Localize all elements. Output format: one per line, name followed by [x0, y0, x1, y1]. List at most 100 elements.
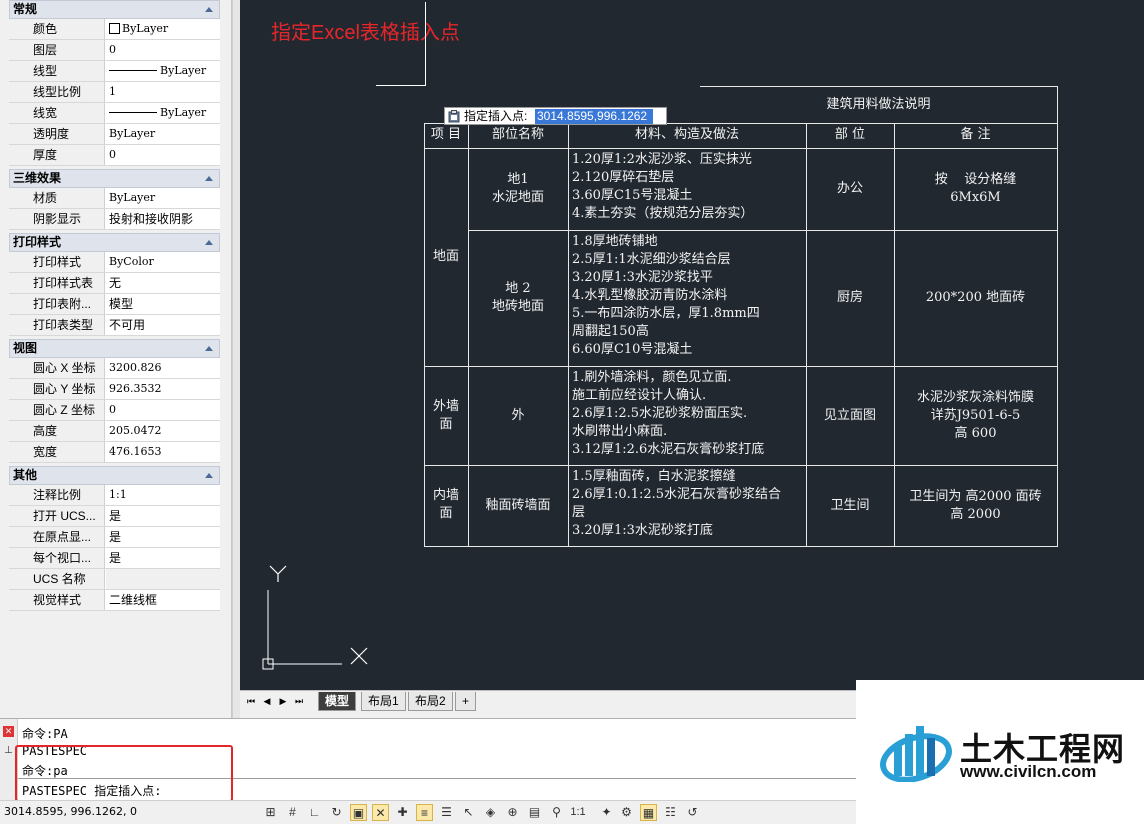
property-value[interactable]: ByLayer — [106, 103, 220, 123]
snap-icon[interactable]: ∟ — [306, 804, 323, 821]
close-icon[interactable]: ✕ — [3, 726, 14, 737]
property-label: 圆心 Z 坐标 — [9, 400, 105, 420]
tab-layout2[interactable]: 布局2 — [408, 692, 453, 711]
polar-tracking-icon[interactable]: ▣ — [350, 804, 367, 821]
property-row[interactable]: 打印表附... 模型 — [9, 294, 220, 315]
property-label: 透明度 — [9, 124, 105, 144]
drawing-table[interactable]: 建筑用料做法说明项 目 部位名称 材料、构造及做法 部 位 备 注地1 水泥地面 1.20… — [424, 86, 1058, 547]
property-value[interactable]: 二维线框 — [106, 590, 220, 610]
selection-cycling-icon[interactable]: ↖ — [460, 804, 477, 821]
tab-layout1[interactable]: 布局1 — [361, 692, 406, 711]
property-row[interactable]: 打印表类型 不可用 — [9, 315, 220, 336]
ortho-icon[interactable]: ↻ — [328, 804, 345, 821]
section-title: 其他 — [13, 468, 38, 482]
section-header[interactable]: 常规 — [9, 0, 220, 19]
property-row[interactable]: 透明度 ByLayer — [9, 124, 220, 145]
section-header[interactable]: 其他 — [9, 466, 220, 485]
property-value[interactable]: 1 — [106, 82, 220, 102]
property-value[interactable]: 3200.826 — [106, 358, 220, 378]
property-row[interactable]: 每个视口... 是 — [9, 548, 220, 569]
table-cell-name: 地1 水泥地面 — [491, 172, 544, 205]
annotation-text: 指定Excel表格插入点 — [271, 22, 460, 44]
transparency-icon[interactable]: ☰ — [438, 804, 455, 821]
property-value[interactable]: 205.0472 — [106, 421, 220, 441]
collapse-arrow-icon[interactable] — [205, 346, 213, 351]
refresh-icon[interactable]: ↺ — [684, 804, 701, 821]
property-value[interactable]: ByLayer — [106, 61, 220, 81]
annotation-scale-dropdown[interactable]: 1:1 — [566, 804, 590, 821]
property-row[interactable]: 圆心 X 坐标 3200.826 — [9, 358, 220, 379]
property-value[interactable]: 0 — [106, 145, 220, 165]
property-value[interactable]: 是 — [106, 506, 220, 526]
3d-osnap-icon[interactable]: ◈ — [482, 804, 499, 821]
customize-icon[interactable]: ☷ — [662, 804, 679, 821]
next-tab-button[interactable]: ▶ — [277, 695, 289, 707]
tooltip-coordinate-input[interactable]: 3014.8595,996.1262 — [535, 109, 653, 124]
property-value[interactable]: 不可用 — [106, 315, 220, 335]
property-row[interactable]: 厚度 0 — [9, 145, 220, 166]
drawing-canvas[interactable]: 指定Excel表格插入点 建筑用料做法说明项 目 部位名称 材料、构造及做法 部 位 备… — [240, 0, 1144, 690]
property-row[interactable]: 线型比例 1 — [9, 82, 220, 103]
property-value[interactable]: 476.1653 — [106, 442, 220, 462]
table-cell-note: 200*200 地面砖 — [925, 290, 1026, 305]
property-value[interactable]: 投射和接收阴影 — [106, 209, 220, 229]
grid-icon[interactable]: # — [284, 804, 301, 821]
property-value[interactable]: 926.3532 — [106, 379, 220, 399]
property-value[interactable]: ByColor — [106, 252, 220, 272]
pin-icon[interactable]: ⊥ — [4, 745, 13, 756]
section-header[interactable]: 视图 — [9, 339, 220, 358]
palette-scrollbar[interactable] — [232, 0, 240, 718]
property-label: 线型 — [9, 61, 105, 81]
model-space-icon[interactable]: ⊞ — [262, 804, 279, 821]
property-row[interactable]: UCS 名称 — [9, 569, 220, 590]
tab-add[interactable]: + — [455, 692, 477, 711]
table-cell-part: 办公 — [836, 181, 863, 196]
property-row[interactable]: 视觉样式 二维线框 — [9, 590, 220, 611]
property-row[interactable]: 打印样式 ByColor — [9, 252, 220, 273]
property-row[interactable]: 颜色 ByLayer — [9, 19, 220, 40]
property-row[interactable]: 材质 ByLayer — [9, 188, 220, 209]
tab-model[interactable]: 模型 — [318, 692, 357, 711]
property-value[interactable]: 是 — [106, 548, 220, 568]
property-row[interactable]: 打印样式表无 — [9, 273, 220, 294]
property-row[interactable]: 宽度 476.1653 — [9, 442, 220, 463]
annotation-autoscale-icon[interactable]: ✦ — [598, 804, 615, 821]
property-value[interactable]: ByLayer — [106, 188, 220, 208]
property-row[interactable]: 打开 UCS... 是 — [9, 506, 220, 527]
property-value[interactable]: 无 — [106, 273, 220, 293]
isolate-objects-icon[interactable]: ▦ — [640, 804, 657, 821]
property-row[interactable]: 在原点显... 是 — [9, 527, 220, 548]
scale-icon[interactable]: ⚲ — [548, 804, 565, 821]
collapse-arrow-icon[interactable] — [205, 473, 213, 478]
property-value[interactable]: ByLayer — [106, 124, 220, 144]
property-value[interactable]: 1:1 — [106, 485, 220, 505]
zoom-icon[interactable]: ⊕ — [504, 804, 521, 821]
property-value[interactable]: 是 — [106, 527, 220, 547]
section-header[interactable]: 三维效果 — [9, 169, 220, 188]
property-row[interactable]: 圆心 Y 坐标 926.3532 — [9, 379, 220, 400]
property-row[interactable]: 阴影显示 投射和接收阴影 — [9, 209, 220, 230]
property-row[interactable]: 高度 205.0472 — [9, 421, 220, 442]
property-value[interactable]: 0 — [106, 40, 220, 60]
prev-tab-button[interactable]: ◀ — [261, 695, 273, 707]
object-snap-icon[interactable]: ✕ — [372, 804, 389, 821]
collapse-arrow-icon[interactable] — [205, 240, 213, 245]
annotation-visibility-icon[interactable]: ▤ — [526, 804, 543, 821]
property-value[interactable]: ByLayer — [106, 19, 220, 39]
property-row[interactable]: 注释比例 1:1 — [9, 485, 220, 506]
last-tab-button[interactable]: ⏭ — [293, 695, 305, 707]
collapse-arrow-icon[interactable] — [205, 7, 213, 12]
lineweight-icon[interactable]: ≡ — [416, 804, 433, 821]
collapse-arrow-icon[interactable] — [205, 176, 213, 181]
property-row[interactable]: 线型 ByLayer — [9, 61, 220, 82]
property-value[interactable]: 0 — [106, 400, 220, 420]
property-value[interactable]: 模型 — [106, 294, 220, 314]
property-value[interactable] — [106, 569, 220, 589]
property-row[interactable]: 图层 0 — [9, 40, 220, 61]
property-row[interactable]: 线宽 ByLayer — [9, 103, 220, 124]
osnap-tracking-icon[interactable]: ✚ — [394, 804, 411, 821]
first-tab-button[interactable]: ⏮ — [245, 695, 257, 707]
property-row[interactable]: 圆心 Z 坐标 0 — [9, 400, 220, 421]
workspace-icon[interactable]: ⚙ — [618, 804, 635, 821]
section-header[interactable]: 打印样式 — [9, 233, 220, 252]
